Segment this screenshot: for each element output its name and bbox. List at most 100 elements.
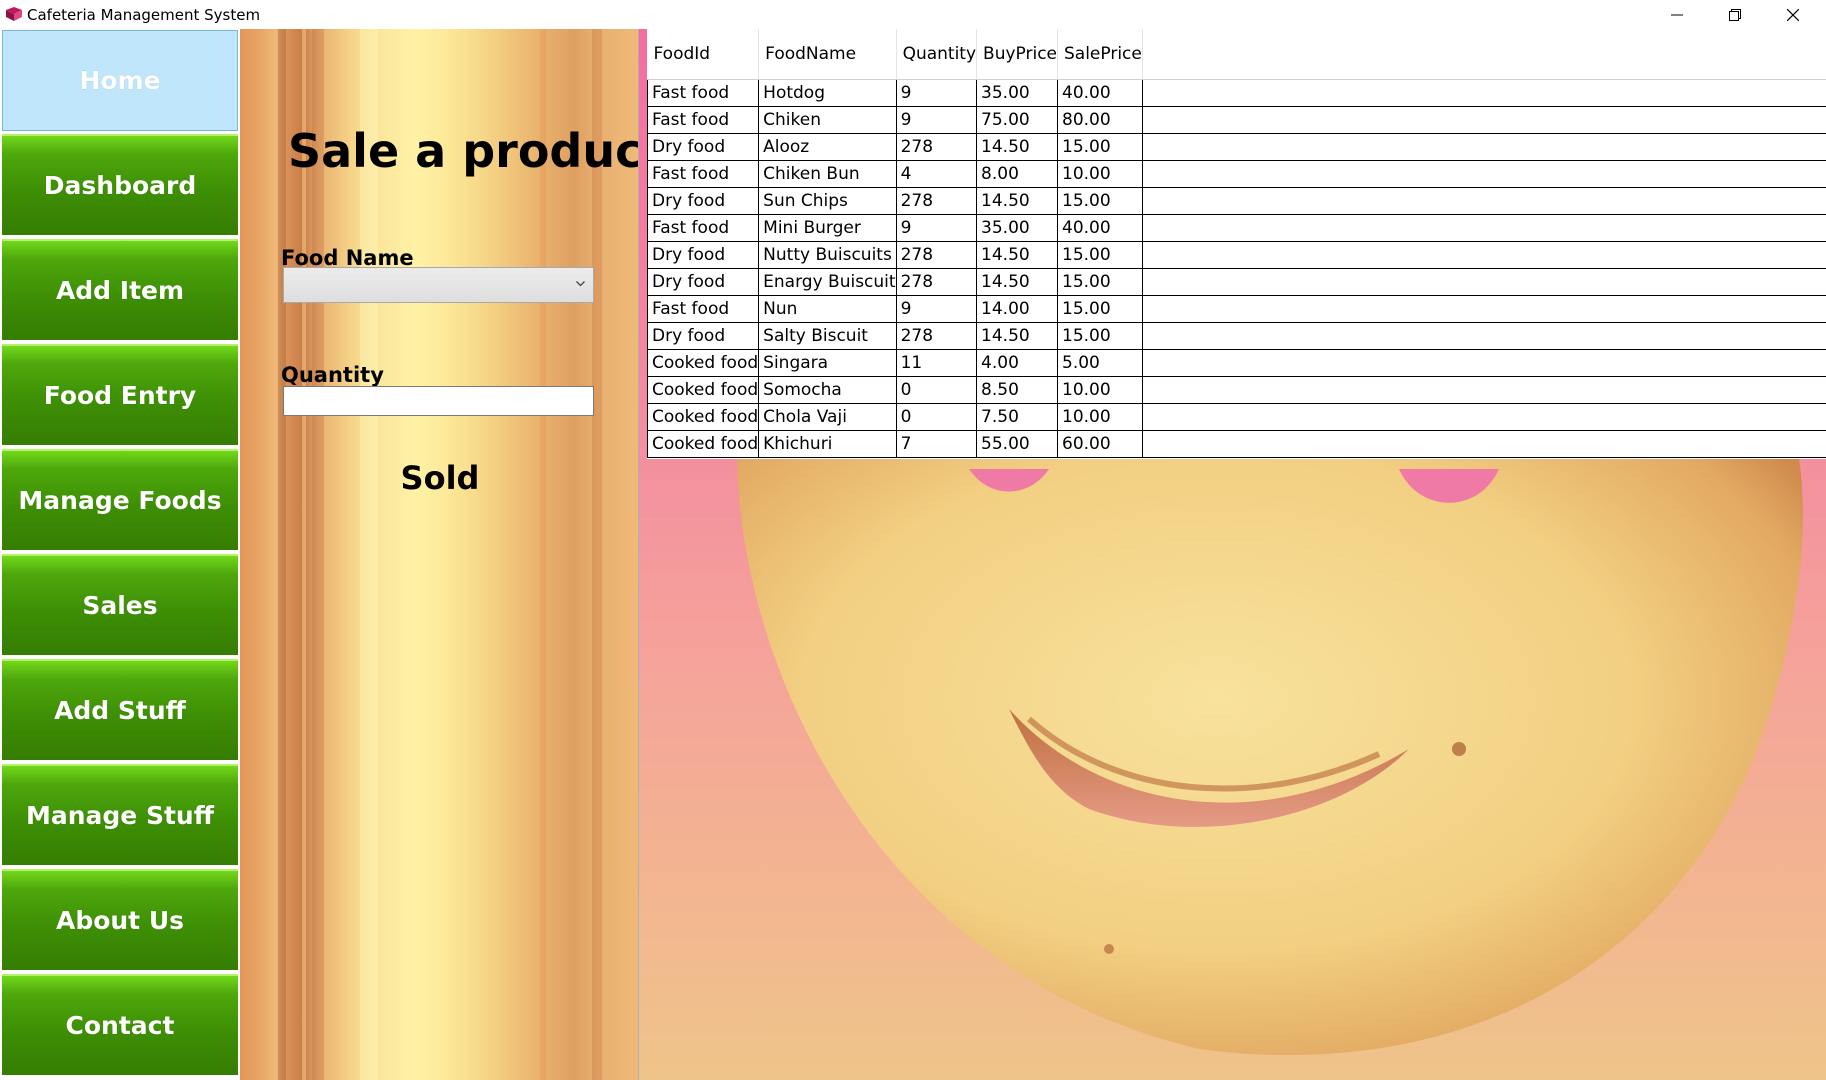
cell-foodname[interactable]: Nutty Buiscuits (758, 241, 897, 269)
cell-foodname[interactable]: Hotdog (758, 79, 897, 107)
cell-saleprice[interactable]: 15.00 (1057, 268, 1143, 296)
food-name-dropdown[interactable] (283, 267, 594, 303)
nav-food-entry-button[interactable]: Food Entry (2, 344, 238, 445)
cell-saleprice[interactable]: 15.00 (1057, 241, 1143, 269)
table-row[interactable]: Fast food Chiken 9 75.00 80.00 (646, 106, 1826, 134)
cell-foodname[interactable]: Enargy Buiscuit (758, 268, 897, 296)
cell-foodid[interactable]: Dry food (646, 187, 760, 215)
cell-quantity[interactable]: 278 (895, 187, 978, 215)
column-header-saleprice[interactable]: SalePrice (1057, 29, 1143, 80)
nav-manage-stuff-button[interactable]: Manage Stuff (2, 764, 238, 865)
table-row[interactable]: Fast food Nun 9 14.00 15.00 (646, 295, 1826, 323)
cell-quantity[interactable]: 9 (895, 214, 978, 242)
cell-foodid[interactable]: Fast food (646, 295, 760, 323)
table-row[interactable]: Dry food Enargy Buiscuit 278 14.50 15.00 (646, 268, 1826, 296)
cell-foodid[interactable]: Dry food (646, 133, 760, 161)
cell-saleprice[interactable]: 40.00 (1057, 214, 1143, 242)
cell-foodid[interactable]: Dry food (646, 241, 760, 269)
cell-buyprice[interactable]: 8.00 (976, 160, 1058, 188)
cell-foodname[interactable]: Mini Burger (758, 214, 897, 242)
cell-saleprice[interactable]: 15.00 (1057, 133, 1143, 161)
restore-button[interactable] (1706, 0, 1764, 29)
table-row[interactable]: Dry food Nutty Buiscuits 278 14.50 15.00 (646, 241, 1826, 269)
cell-foodname[interactable]: Salty Biscuit (758, 322, 897, 350)
cell-foodname[interactable]: Chiken (758, 106, 897, 134)
column-header-quantity[interactable]: Quantity (896, 29, 978, 80)
cell-buyprice[interactable]: 14.00 (976, 295, 1058, 323)
cell-quantity[interactable]: 9 (895, 79, 978, 107)
cell-buyprice[interactable]: 35.00 (976, 79, 1058, 107)
cell-buyprice[interactable]: 14.50 (976, 187, 1058, 215)
cell-saleprice[interactable]: 80.00 (1057, 106, 1143, 134)
cell-quantity[interactable]: 4 (895, 160, 978, 188)
nav-home-button[interactable]: Home (2, 30, 238, 131)
cell-quantity[interactable]: 278 (895, 133, 978, 161)
cell-quantity[interactable]: 278 (895, 241, 978, 269)
cell-buyprice[interactable]: 8.50 (976, 376, 1058, 404)
cell-foodid[interactable]: Fast food (646, 160, 760, 188)
cell-quantity[interactable]: 0 (895, 376, 978, 404)
cell-foodid[interactable]: Fast food (646, 106, 760, 134)
food-data-grid[interactable]: FoodId FoodName Quantity BuyPrice SalePr… (646, 29, 1826, 459)
cell-foodid[interactable]: Cooked food (646, 403, 760, 431)
cell-foodname[interactable]: Sun Chips (758, 187, 897, 215)
quantity-input[interactable] (283, 386, 594, 416)
table-row[interactable]: Dry food Salty Biscuit 278 14.50 15.00 (646, 322, 1826, 350)
cell-saleprice[interactable]: 15.00 (1057, 322, 1143, 350)
cell-saleprice[interactable]: 10.00 (1057, 376, 1143, 404)
cell-saleprice[interactable]: 10.00 (1057, 403, 1143, 431)
cell-foodid[interactable]: Cooked food (646, 376, 760, 404)
cell-quantity[interactable]: 9 (895, 295, 978, 323)
cell-foodid[interactable]: Dry food (646, 268, 760, 296)
nav-contact-button[interactable]: Contact (2, 974, 238, 1075)
nav-add-item-button[interactable]: Add Item (2, 239, 238, 340)
column-header-foodid[interactable]: FoodId (647, 29, 760, 80)
table-row[interactable]: Fast food Mini Burger 9 35.00 40.00 (646, 214, 1826, 242)
table-row[interactable]: Cooked food Somocha 0 8.50 10.00 (646, 376, 1826, 404)
cell-foodname[interactable]: Alooz (758, 133, 897, 161)
cell-foodid[interactable]: Cooked food (646, 349, 760, 377)
cell-buyprice[interactable]: 14.50 (976, 133, 1058, 161)
cell-quantity[interactable]: 278 (895, 268, 978, 296)
cell-foodname[interactable]: Chiken Bun (758, 160, 897, 188)
cell-quantity[interactable]: 278 (895, 322, 978, 350)
nav-dashboard-button[interactable]: Dashboard (2, 134, 238, 235)
cell-foodname[interactable]: Khichuri (758, 430, 897, 458)
minimize-button[interactable] (1648, 0, 1706, 29)
cell-foodid[interactable]: Cooked food (646, 430, 760, 458)
cell-saleprice[interactable]: 15.00 (1057, 295, 1143, 323)
column-header-foodname[interactable]: FoodName (758, 29, 897, 80)
table-row[interactable]: Cooked food Chola Vaji 0 7.50 10.00 (646, 403, 1826, 431)
cell-quantity[interactable]: 9 (895, 106, 978, 134)
cell-buyprice[interactable]: 14.50 (976, 241, 1058, 269)
table-row[interactable]: Cooked food Singara 11 4.00 5.00 (646, 349, 1826, 377)
nav-sales-button[interactable]: Sales (2, 554, 238, 655)
cell-foodname[interactable]: Chola Vaji (758, 403, 897, 431)
table-row[interactable]: Dry food Alooz 278 14.50 15.00 (646, 133, 1826, 161)
cell-buyprice[interactable]: 55.00 (976, 430, 1058, 458)
nav-manage-foods-button[interactable]: Manage Foods (2, 449, 238, 550)
table-row[interactable]: Fast food Hotdog 9 35.00 40.00 (646, 79, 1826, 107)
cell-saleprice[interactable]: 10.00 (1057, 160, 1143, 188)
cell-foodid[interactable]: Dry food (646, 322, 760, 350)
nav-about-us-button[interactable]: About Us (2, 869, 238, 970)
cell-saleprice[interactable]: 5.00 (1057, 349, 1143, 377)
close-button[interactable] (1764, 0, 1822, 29)
cell-buyprice[interactable]: 75.00 (976, 106, 1058, 134)
table-row[interactable]: Fast food Chiken Bun 4 8.00 10.00 (646, 160, 1826, 188)
cell-buyprice[interactable]: 14.50 (976, 322, 1058, 350)
cell-foodid[interactable]: Fast food (646, 79, 760, 107)
cell-foodid[interactable]: Fast food (646, 214, 760, 242)
cell-quantity[interactable]: 11 (895, 349, 978, 377)
cell-quantity[interactable]: 0 (895, 403, 978, 431)
cell-foodname[interactable]: Nun (758, 295, 897, 323)
cell-buyprice[interactable]: 7.50 (976, 403, 1058, 431)
cell-saleprice[interactable]: 60.00 (1057, 430, 1143, 458)
cell-foodname[interactable]: Singara (758, 349, 897, 377)
cell-buyprice[interactable]: 14.50 (976, 268, 1058, 296)
cell-foodname[interactable]: Somocha (758, 376, 897, 404)
column-header-buyprice[interactable]: BuyPrice (976, 29, 1058, 80)
cell-buyprice[interactable]: 35.00 (976, 214, 1058, 242)
table-row[interactable]: Dry food Sun Chips 278 14.50 15.00 (646, 187, 1826, 215)
table-row[interactable]: Cooked food Khichuri 7 55.00 60.00 (646, 430, 1826, 458)
